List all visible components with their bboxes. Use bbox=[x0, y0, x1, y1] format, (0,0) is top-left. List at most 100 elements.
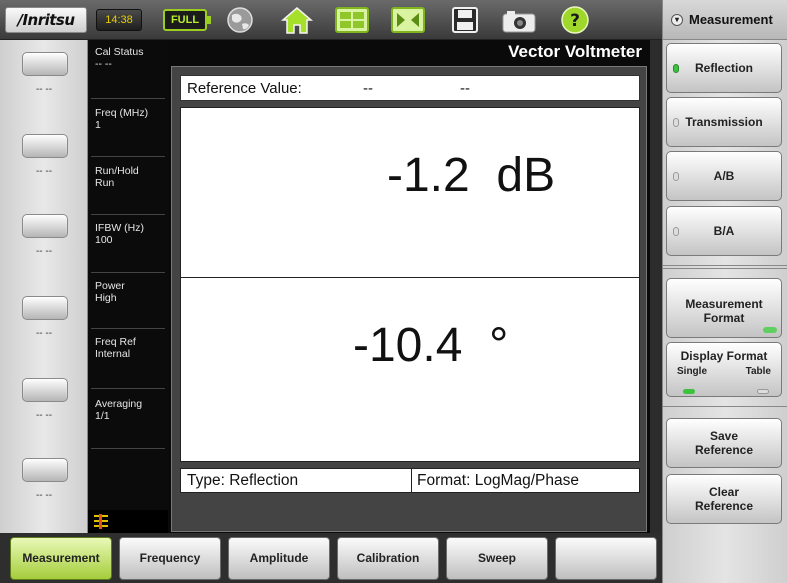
save-reference-button[interactable]: Save Reference bbox=[666, 418, 782, 468]
status-label: Cal Status bbox=[95, 46, 144, 58]
chevron-down-icon: ▾ bbox=[671, 14, 683, 26]
measurement-format-button[interactable]: Measurement Format bbox=[666, 278, 782, 338]
display-format-button[interactable]: Display Format Single Table bbox=[666, 342, 782, 397]
status-freq: Freq (MHz) 1 bbox=[88, 107, 168, 131]
table-indicator bbox=[757, 389, 769, 394]
left-softkey-6[interactable] bbox=[22, 458, 68, 482]
top-toolbar: /Inritsu 14:38 FULL ? bbox=[0, 0, 662, 40]
measurement-menu: ▾ Measurement Reflection Transmission A/… bbox=[662, 0, 787, 583]
phase-readout: -10.4 ° bbox=[353, 319, 509, 372]
save-reference-label-1: Save bbox=[709, 429, 739, 443]
main-menu-bar: Measurement Frequency Amplitude Calibrat… bbox=[0, 533, 662, 583]
status-label: Freq Ref bbox=[95, 336, 136, 348]
status-ifbw: IFBW (Hz) 100 bbox=[88, 222, 168, 246]
a-over-b-button[interactable]: A/B bbox=[666, 151, 782, 201]
reference-value-1: -- bbox=[363, 80, 373, 97]
tab-amplitude[interactable]: Amplitude bbox=[228, 537, 330, 580]
a-over-b-label: A/B bbox=[713, 169, 735, 183]
more-icon bbox=[763, 327, 777, 333]
clear-reference-label-2: Reference bbox=[694, 499, 754, 513]
status-bottom-strip bbox=[88, 510, 168, 533]
reflection-button[interactable]: Reflection bbox=[666, 43, 782, 93]
anritsu-logo: /Inritsu bbox=[5, 7, 87, 33]
globe-icon[interactable] bbox=[222, 6, 258, 34]
format-label: Format: LogMag/Phase bbox=[417, 472, 579, 489]
status-value: 1/1 bbox=[95, 410, 110, 422]
camera-icon[interactable] bbox=[501, 6, 537, 34]
measurement-display: Vector Voltmeter Reference Value: -- -- … bbox=[168, 40, 650, 533]
selected-indicator bbox=[673, 64, 679, 73]
b-over-a-button[interactable]: B/A bbox=[666, 206, 782, 256]
tab-calibration[interactable]: Calibration bbox=[337, 537, 439, 580]
unselected-indicator bbox=[673, 118, 679, 127]
tab-frequency[interactable]: Frequency bbox=[119, 537, 221, 580]
reference-value-2: -- bbox=[460, 80, 470, 97]
display-single-label: Single bbox=[677, 366, 708, 377]
status-panel: Cal Status -- -- Freq (MHz) 1 Run/Hold R… bbox=[88, 40, 168, 510]
info-bar: Type: Reflection Format: LogMag/Phase bbox=[180, 468, 640, 493]
status-averaging: Averaging 1/1 bbox=[88, 398, 168, 422]
unselected-indicator bbox=[673, 227, 679, 236]
svg-text:?: ? bbox=[570, 11, 580, 31]
clock-display: 14:38 bbox=[96, 9, 142, 31]
measurement-format-label-2: Format bbox=[703, 311, 745, 325]
reference-label: Reference Value: bbox=[187, 80, 302, 97]
left-softkey-1-label: -- -- bbox=[35, 84, 53, 95]
b-over-a-label: B/A bbox=[713, 224, 735, 238]
status-cal: Cal Status -- -- bbox=[88, 46, 168, 70]
clear-reference-button[interactable]: Clear Reference bbox=[666, 474, 782, 524]
menu-title[interactable]: ▾ Measurement bbox=[663, 0, 787, 40]
status-label: Power bbox=[95, 280, 125, 292]
save-icon[interactable] bbox=[447, 6, 483, 34]
left-softkey-4-label: -- -- bbox=[35, 328, 53, 339]
status-label: Run/Hold bbox=[95, 165, 139, 177]
transmission-button[interactable]: Transmission bbox=[666, 97, 782, 147]
measurement-format-label-1: Measurement bbox=[685, 297, 763, 311]
status-label: IFBW (Hz) bbox=[95, 222, 144, 234]
left-softkey-2-label: -- -- bbox=[35, 166, 53, 177]
left-softkey-3-label: -- -- bbox=[35, 246, 53, 257]
tab-sweep[interactable]: Sweep bbox=[446, 537, 548, 580]
trace-icon bbox=[94, 514, 108, 529]
battery-indicator: FULL bbox=[163, 9, 211, 31]
status-value: High bbox=[95, 292, 117, 304]
left-softkey-5[interactable] bbox=[22, 378, 68, 402]
menu-title-label: Measurement bbox=[689, 12, 773, 27]
clear-reference-label-1: Clear bbox=[708, 485, 740, 499]
measurement-frame: Reference Value: -- -- -1.2 dB -10.4 ° T… bbox=[171, 66, 647, 532]
transmission-label: Transmission bbox=[685, 115, 763, 129]
status-run-hold: Run/Hold Run bbox=[88, 165, 168, 189]
magnitude-readout: -1.2 dB bbox=[387, 149, 556, 202]
home-icon[interactable] bbox=[279, 6, 315, 34]
save-reference-label-2: Reference bbox=[694, 443, 754, 457]
status-label: Freq (MHz) bbox=[95, 107, 149, 119]
reference-value-bar: Reference Value: -- -- bbox=[180, 75, 640, 101]
left-softkey-5-label: -- -- bbox=[35, 410, 53, 421]
left-softkey-2[interactable] bbox=[22, 134, 68, 158]
display-format-label: Display Format bbox=[680, 349, 768, 363]
status-freq-ref: Freq Ref Internal bbox=[88, 336, 168, 360]
left-softkey-1[interactable] bbox=[22, 52, 68, 76]
reflection-label: Reflection bbox=[694, 61, 753, 75]
left-softkey-3[interactable] bbox=[22, 214, 68, 238]
display-table-label: Table bbox=[745, 366, 771, 377]
status-label: Averaging bbox=[95, 398, 143, 410]
single-selected-indicator bbox=[683, 389, 695, 394]
left-softkey-6-label: -- -- bbox=[35, 490, 53, 501]
type-label: Type: Reflection bbox=[187, 472, 299, 489]
left-softkey-4[interactable] bbox=[22, 296, 68, 320]
help-icon[interactable]: ? bbox=[557, 6, 593, 34]
resize-icon[interactable] bbox=[390, 6, 426, 34]
display-title: Vector Voltmeter bbox=[508, 42, 642, 61]
unselected-indicator bbox=[673, 172, 679, 181]
status-value: Internal bbox=[95, 348, 131, 360]
status-value: 100 bbox=[95, 234, 113, 246]
tab-measurement[interactable]: Measurement bbox=[10, 537, 112, 580]
tab-empty[interactable] bbox=[555, 537, 657, 580]
status-value: -- -- bbox=[95, 58, 112, 70]
status-value: 1 bbox=[95, 119, 101, 131]
status-power: Power High bbox=[88, 280, 168, 304]
layout-icon[interactable] bbox=[334, 6, 370, 34]
left-softkey-panel: -- -- -- -- -- -- -- -- -- -- -- -- bbox=[0, 40, 88, 533]
status-value: Run bbox=[95, 177, 115, 189]
